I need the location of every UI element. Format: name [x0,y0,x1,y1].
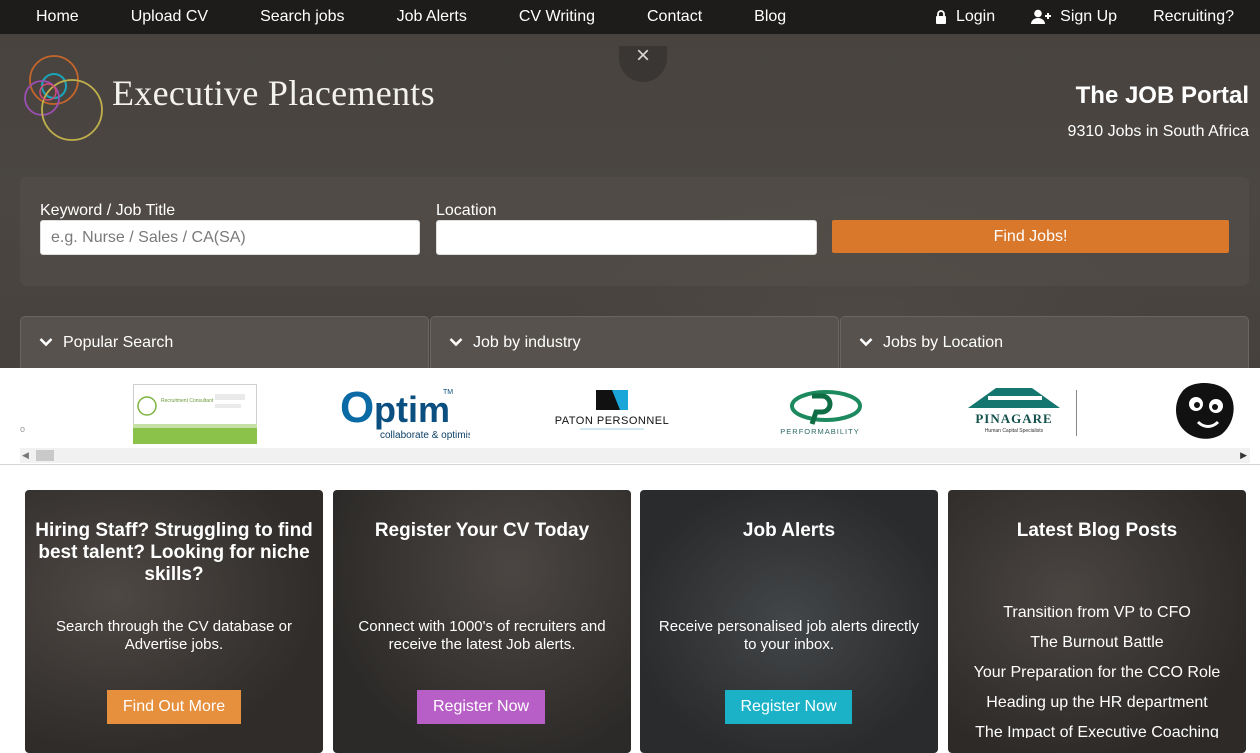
pinagare-wordmark: PINAGARE [975,411,1052,426]
strip-marker: o [20,424,26,434]
nav-cv-writing[interactable]: CV Writing [503,8,595,26]
optim-tagline: collaborate & optimise [380,430,470,441]
chevron-down-icon [449,338,463,347]
pinagare-tagline: Human Capital Specialists [985,428,1044,434]
nav-search-jobs[interactable]: Search jobs [244,8,345,26]
blog-link[interactable]: Heading up the HR department [986,694,1207,711]
list-item[interactable]: Your Preparation for the CCO Role [948,658,1246,688]
list-item[interactable]: Transition from VP to CFO [948,606,1246,628]
nav-job-alerts[interactable]: Job Alerts [381,8,467,26]
paton-wordmark: PATON PERSONNEL [555,415,669,427]
recruiting-link[interactable]: Recruiting? [1153,8,1234,26]
feature-cards: Hiring Staff? Struggling to find best ta… [0,465,1260,753]
recruitment-caption: Recruitment Consultant [161,398,214,404]
register-cv-button[interactable]: Register Now [417,690,545,724]
nav-contact[interactable]: Contact [631,8,702,26]
nav-blog[interactable]: Blog [738,8,786,26]
register-cv-card: Register Your CV Today Connect with 1000… [333,490,631,753]
optim-wordmark: ptim [374,389,450,430]
login-link[interactable]: Login [935,8,995,26]
signup-link[interactable]: Sign Up [1031,8,1117,26]
performability-wordmark: PERFORMABILITY [780,427,859,436]
optim-tm: TM [443,389,453,396]
find-jobs-button[interactable]: Find Jobs! [832,220,1229,253]
card-text: Receive personalised job alerts directly… [658,618,920,653]
performability-logo[interactable]: PERFORMABILITY [760,386,880,438]
location-label: Location [436,202,497,219]
nav-account-links: Login Sign Up Recruiting? [899,0,1234,34]
nav-upload-cv[interactable]: Upload CV [115,8,208,26]
list-item[interactable]: The Burnout Battle [948,628,1246,658]
scrollbar-thumb[interactable] [36,450,54,461]
search-panel: Keyword / Job Title Location Find Jobs! [20,177,1249,286]
blog-link[interactable]: Your Preparation for the CCO Role [974,664,1221,681]
blog-posts-card: Latest Blog Posts Transition from VP to … [948,490,1246,753]
paton-personnel-logo[interactable]: PATON PERSONNEL [552,390,672,434]
card-text: Search through the CV database or Advert… [56,618,292,653]
pinagare-logo[interactable]: PINAGARE Human Capital Specialists [966,386,1082,442]
recruiter-logos-strip: o Recruitment Consultant O ptim TM colla… [0,368,1260,465]
chevron-down-icon [859,338,873,347]
hiring-card: Hiring Staff? Struggling to find best ta… [25,490,323,753]
user-plus-icon [1031,9,1052,24]
portal-title: The JOB Portal [1075,82,1249,109]
blog-link[interactable]: Transition from VP to CFO [1003,606,1191,621]
keyword-input[interactable] [40,220,420,255]
animal-logo[interactable] [1172,380,1242,442]
card-title: Latest Blog Posts [1016,520,1178,541]
list-item[interactable]: The Impact of Executive Coaching [948,718,1246,738]
scroll-left-icon[interactable]: ◀ [22,450,29,461]
tab-job-by-industry[interactable]: Job by industry [430,316,839,368]
blog-link[interactable]: The Burnout Battle [1030,634,1163,651]
register-alerts-button[interactable]: Register Now [725,690,852,724]
blog-post-list[interactable]: Transition from VP to CFO The Burnout Ba… [948,606,1246,738]
card-title: Register Your CV Today [374,520,590,541]
recruitment-consultant-logo[interactable]: Recruitment Consultant [133,384,257,444]
card-title: Hiring Staff? Struggling to find best ta… [35,520,313,585]
lock-icon [935,10,946,24]
tab-label: Popular Search [63,334,174,351]
list-item[interactable]: Heading up the HR department [948,688,1246,718]
svg-text:O: O [340,383,374,432]
logos-scrollbar[interactable]: ◀ ▶ [20,448,1250,463]
brand-name: Executive Placements [112,73,435,113]
tab-popular-search[interactable]: Popular Search [20,316,429,368]
card-title: Job Alerts [742,520,836,541]
chevron-down-icon [39,338,53,347]
signup-label: Sign Up [1060,8,1118,25]
optim-logo[interactable]: O ptim TM collaborate & optimise [340,382,470,444]
tab-label: Jobs by Location [883,334,1004,351]
blog-link[interactable]: The Impact of Executive Coaching [975,724,1219,738]
tab-jobs-by-location[interactable]: Jobs by Location [840,316,1249,368]
scroll-right-icon[interactable]: ▶ [1240,450,1247,461]
find-out-more-button[interactable]: Find Out More [107,690,241,724]
location-input[interactable] [436,220,817,255]
login-label: Login [955,8,996,25]
top-navigation: Home Upload CV Search jobs Job Alerts CV… [0,0,1260,34]
job-alerts-card: Job Alerts Receive personalised job aler… [640,490,938,753]
close-button[interactable]: × [619,44,667,82]
jobs-count: 9310 Jobs in South Africa [1067,123,1249,140]
card-text: Connect with 1000's of recruiters and re… [358,618,606,653]
brand-logo [24,55,103,141]
tab-label: Job by industry [473,334,581,351]
hero-section: × Executive Placements The JOB Portal 93… [0,34,1260,368]
keyword-label: Keyword / Job Title [40,202,176,219]
nav-links: Home Upload CV Search jobs Job Alerts CV… [20,0,822,34]
nav-home[interactable]: Home [20,8,79,26]
